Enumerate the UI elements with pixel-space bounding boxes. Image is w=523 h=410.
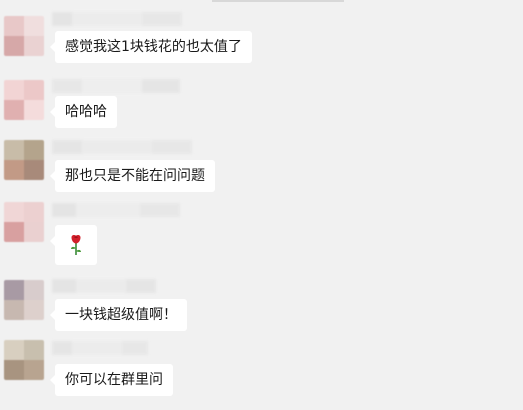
- message-text: 你可以在群里问: [65, 372, 163, 388]
- chat-message: 一块钱超级值啊！: [0, 279, 523, 349]
- avatar-tile: [4, 300, 24, 320]
- avatar-tile: [24, 80, 44, 100]
- message-bubble[interactable]: 一块钱超级值啊！: [50, 299, 187, 331]
- message-text: 一块钱超级值啊！: [65, 307, 177, 323]
- avatar[interactable]: [4, 202, 44, 242]
- rose-emoji-icon: [71, 235, 81, 255]
- avatar-tile: [24, 16, 44, 36]
- avatar-tile: [4, 80, 24, 100]
- chat-message-area: 感觉我这1块钱花的也太值了 哈哈哈 那也只是不能在问问题 一块钱超级值啊！ 你可…: [0, 0, 523, 400]
- message-bubble[interactable]: 那也只是不能在问问题: [50, 160, 215, 192]
- avatar[interactable]: [4, 80, 44, 120]
- avatar-tile: [24, 100, 44, 120]
- avatar-tile: [4, 222, 24, 242]
- avatar-tile: [4, 280, 24, 300]
- avatar[interactable]: [4, 140, 44, 180]
- message-text: 感觉我这1块钱花的也太值了: [65, 39, 242, 55]
- avatar-tile: [4, 140, 24, 160]
- message-text: 哈哈哈: [65, 104, 107, 120]
- avatar-tile: [24, 160, 44, 180]
- sender-name-redacted: [52, 140, 192, 154]
- avatar[interactable]: [4, 16, 44, 56]
- avatar-tile: [24, 202, 44, 222]
- avatar-tile: [24, 360, 44, 380]
- avatar-tile: [4, 16, 24, 36]
- avatar-tile: [4, 202, 24, 222]
- avatar[interactable]: [4, 280, 44, 320]
- avatar-tile: [24, 36, 44, 56]
- sender-name-redacted: [52, 279, 156, 293]
- avatar-tile: [24, 280, 44, 300]
- previous-message-edge: [212, 0, 344, 2]
- avatar-tile: [24, 340, 44, 360]
- avatar-tile: [4, 360, 24, 380]
- avatar-tile: [24, 140, 44, 160]
- sender-name-redacted: [52, 203, 180, 217]
- sender-name-redacted: [52, 341, 148, 355]
- avatar-tile: [24, 300, 44, 320]
- avatar[interactable]: [4, 340, 44, 380]
- message-bubble[interactable]: 哈哈哈: [50, 96, 117, 128]
- avatar-tile: [24, 222, 44, 242]
- sender-name-redacted: [52, 79, 180, 93]
- message-bubble[interactable]: 感觉我这1块钱花的也太值了: [50, 31, 252, 63]
- avatar-tile: [4, 160, 24, 180]
- message-text: 那也只是不能在问问题: [65, 168, 205, 184]
- sender-name-redacted: [52, 12, 182, 26]
- chat-message: [0, 202, 523, 272]
- message-bubble[interactable]: [50, 225, 97, 265]
- avatar-tile: [4, 36, 24, 56]
- avatar-tile: [4, 340, 24, 360]
- avatar-tile: [4, 100, 24, 120]
- chat-message: 哈哈哈: [0, 79, 523, 149]
- chat-message: 那也只是不能在问问题: [0, 140, 523, 210]
- message-bubble[interactable]: 你可以在群里问: [50, 364, 173, 396]
- chat-message: 感觉我这1块钱花的也太值了: [0, 12, 523, 82]
